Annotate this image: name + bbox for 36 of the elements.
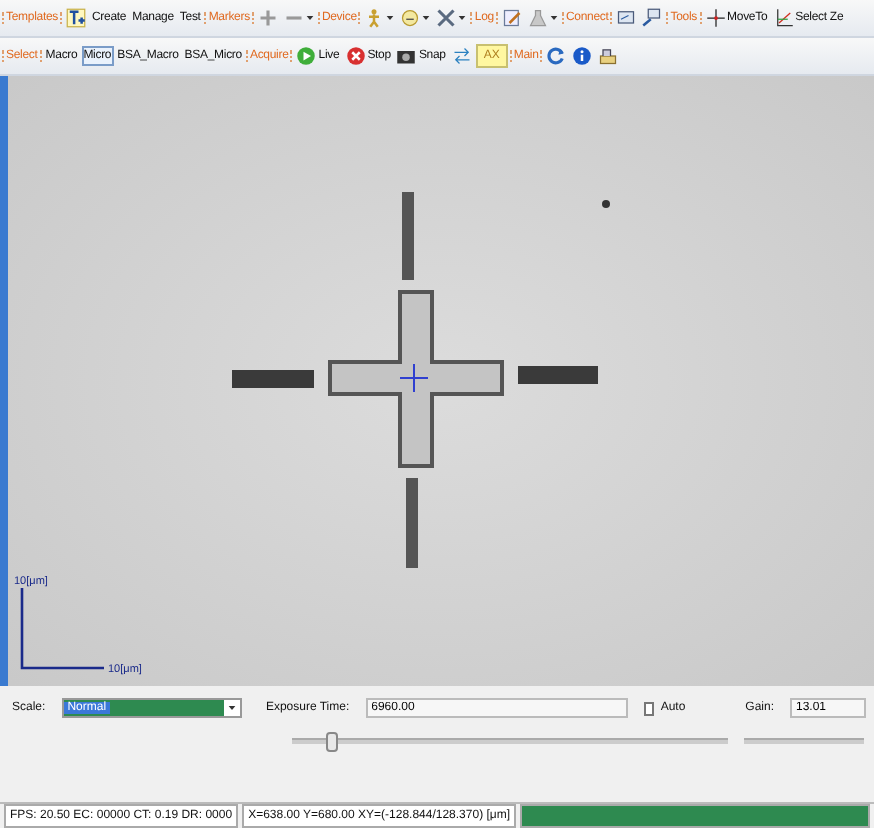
- flask-icon: [527, 8, 548, 28]
- plus-icon: [257, 8, 278, 28]
- crosshair-icon: [705, 8, 726, 28]
- swap-arrows-icon: [451, 46, 472, 66]
- icon-button[interactable]: [398, 4, 433, 32]
- dark-bar: [518, 366, 598, 384]
- axes-icon: [773, 8, 794, 28]
- icon-button[interactable]: [64, 4, 88, 32]
- dark-bar: [402, 192, 414, 280]
- notepad-icon: [501, 8, 522, 28]
- dust-speck: [602, 200, 610, 208]
- scale-bar: [20, 588, 104, 670]
- caret-icon: [386, 14, 395, 22]
- info-icon: [572, 46, 593, 66]
- icon-button[interactable]: [640, 4, 665, 32]
- refresh-icon: [546, 46, 567, 66]
- caret-icon: [305, 14, 314, 22]
- dark-bar: [406, 478, 418, 568]
- play-icon: [296, 46, 317, 66]
- icon-button[interactable]: [434, 4, 469, 32]
- icon-button[interactable]: [544, 42, 569, 70]
- figure-icon: [364, 8, 385, 28]
- caret-icon: [458, 14, 467, 22]
- stop-icon: [345, 46, 366, 66]
- camera-icon: [396, 46, 417, 66]
- template-add-icon: [66, 8, 86, 28]
- crosshair: [399, 363, 429, 393]
- auto-checkbox[interactable]: [643, 701, 655, 715]
- icon-button[interactable]: [570, 42, 595, 70]
- caret-icon: [227, 704, 236, 712]
- caret-icon: [549, 14, 558, 22]
- tools-icon: [436, 8, 457, 28]
- slider-thumb[interactable]: [326, 732, 339, 752]
- dark-bar: [232, 370, 314, 388]
- caret-icon: [422, 14, 431, 22]
- icon-button[interactable]: [499, 4, 524, 32]
